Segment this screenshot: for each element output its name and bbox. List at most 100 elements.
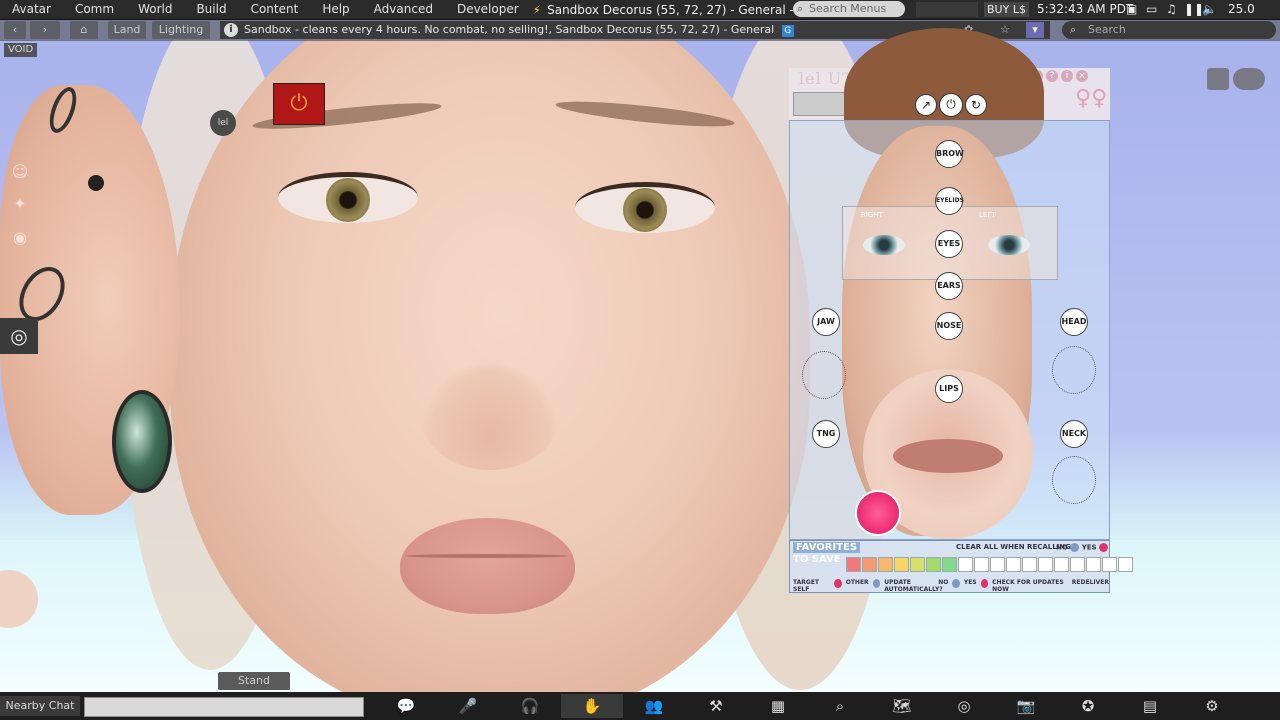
- head-button[interactable]: HEAD: [1060, 308, 1088, 336]
- favorite-slot[interactable]: [958, 557, 973, 572]
- people-icon[interactable]: 👥: [623, 694, 685, 718]
- favorite-slot[interactable]: [1022, 557, 1037, 572]
- favorite-slot[interactable]: [910, 557, 925, 572]
- emote-icon[interactable]: ✦: [8, 192, 32, 216]
- to-save-label: TO SAVE: [793, 554, 841, 565]
- nearby-chat-button[interactable]: Nearby Chat: [0, 696, 80, 716]
- home-button[interactable]: ⌂: [70, 21, 98, 39]
- destinations-icon[interactable]: ✪: [1057, 694, 1119, 718]
- menu-world[interactable]: World: [126, 0, 184, 19]
- menu-build[interactable]: Build: [184, 0, 238, 19]
- build-icon[interactable]: ⚒: [685, 694, 747, 718]
- chat-bubble-icon[interactable]: 💬: [375, 694, 437, 718]
- buy-currency-button[interactable]: BUY L$: [984, 2, 1029, 17]
- lips-button[interactable]: LIPS: [935, 375, 963, 403]
- favorite-slot[interactable]: [974, 557, 989, 572]
- monitor-icon[interactable]: ▭: [1146, 0, 1157, 19]
- clear-yes-label: YES: [1081, 543, 1097, 552]
- update-toggle[interactable]: [952, 579, 960, 588]
- lighting-button[interactable]: Lighting: [152, 21, 210, 39]
- favorite-slot[interactable]: [926, 557, 941, 572]
- lip-line: [406, 554, 568, 558]
- eyes-button[interactable]: EYES: [935, 230, 963, 258]
- favorite-slot[interactable]: [1038, 557, 1053, 572]
- appearance-icon[interactable]: ⚙: [1181, 694, 1243, 718]
- hud-info-button[interactable]: i: [1061, 70, 1073, 82]
- favorite-slot[interactable]: [846, 557, 861, 572]
- hud-close-button[interactable]: ×: [1076, 70, 1088, 82]
- radar-icon[interactable]: ◎: [933, 694, 995, 718]
- favorite-slot[interactable]: [1054, 557, 1069, 572]
- clear-no-label: NO: [1056, 543, 1068, 552]
- pink-action-button[interactable]: [855, 490, 901, 536]
- favorite-star-icon[interactable]: ☆: [1000, 21, 1010, 39]
- camera-view-icon[interactable]: [1233, 68, 1265, 90]
- eye-left: [278, 172, 418, 223]
- hud-red-icon[interactable]: ⏻: [273, 83, 325, 125]
- camera-icon[interactable]: ▣: [1126, 0, 1137, 19]
- neck-control[interactable]: [1052, 456, 1096, 504]
- jaw-control[interactable]: [802, 351, 846, 399]
- nav-search-input[interactable]: ⌕ Search: [1062, 21, 1276, 39]
- favorite-slot[interactable]: [1070, 557, 1085, 572]
- jaw-button[interactable]: JAW: [812, 308, 840, 336]
- chat-input[interactable]: [84, 697, 364, 717]
- menu-developer[interactable]: Developer: [445, 0, 531, 19]
- nose-button[interactable]: NOSE: [935, 312, 963, 340]
- world-map-icon[interactable]: 🗺: [871, 694, 933, 718]
- stand-button[interactable]: Stand: [218, 672, 290, 690]
- hud-small-icon[interactable]: lel: [210, 110, 236, 136]
- back-button[interactable]: ‹: [4, 21, 26, 39]
- target-self-check[interactable]: [834, 579, 842, 588]
- hud-power-button[interactable]: ⏻: [939, 93, 963, 117]
- hud-help-button[interactable]: ?: [1046, 70, 1058, 82]
- clear-toggle[interactable]: NO YES: [1056, 543, 1109, 552]
- ears-button[interactable]: EARS: [935, 272, 963, 300]
- check-updates-button[interactable]: CHECK FOR UPDATES NOW: [992, 579, 1068, 593]
- snapshot-button[interactable]: ◎: [0, 318, 38, 354]
- favorite-slot[interactable]: [990, 557, 1005, 572]
- search-icon[interactable]: ⌕: [809, 694, 871, 718]
- menu-avatar[interactable]: Avatar: [0, 0, 63, 19]
- volume-icon[interactable]: 🔈: [1202, 0, 1217, 19]
- favorite-slot[interactable]: [1102, 557, 1117, 572]
- menu-comm[interactable]: Comm: [63, 0, 126, 19]
- hud-refresh-button[interactable]: ↻: [965, 94, 987, 116]
- land-button[interactable]: Land: [108, 21, 146, 39]
- brow-button[interactable]: BROW: [935, 140, 964, 168]
- redeliver-button[interactable]: REDELIVER: [1072, 579, 1109, 593]
- search-icon: ⌕: [797, 2, 804, 15]
- microphone-icon[interactable]: 🎤: [437, 694, 499, 718]
- head-control[interactable]: [1052, 346, 1096, 394]
- hud-left-button[interactable]: ↗: [915, 94, 937, 116]
- favorite-slot[interactable]: [1006, 557, 1021, 572]
- favorite-slot[interactable]: [942, 557, 957, 572]
- pose-icon[interactable]: ☺: [8, 160, 32, 184]
- favorite-slot[interactable]: [1086, 557, 1101, 572]
- eyelids-button[interactable]: EYELIDS: [935, 187, 964, 215]
- menu-help[interactable]: Help: [310, 0, 361, 19]
- favorite-slot[interactable]: [1118, 557, 1133, 572]
- dance-icon[interactable]: ◉: [8, 226, 32, 250]
- media-icon[interactable]: ♫: [1166, 0, 1177, 19]
- info-icon[interactable]: i: [224, 23, 238, 37]
- snapshot-icon[interactable]: 📷: [995, 694, 1057, 718]
- favorite-slot[interactable]: [862, 557, 877, 572]
- tongue-button[interactable]: TNG: [812, 420, 840, 448]
- search-menus-input[interactable]: ⌕ Search Menus: [793, 1, 905, 17]
- location-text: Sandbox - cleans every 4 hours. No comba…: [244, 23, 775, 36]
- camera-cube-icon[interactable]: [1207, 68, 1229, 90]
- inventory-icon[interactable]: ▤: [1119, 694, 1181, 718]
- favorite-slot[interactable]: [894, 557, 909, 572]
- favorite-slot[interactable]: [878, 557, 893, 572]
- other-option[interactable]: [872, 579, 881, 588]
- dropdown-button[interactable]: ▾: [1026, 22, 1044, 38]
- neck-button[interactable]: NECK: [1060, 420, 1088, 448]
- face-hud[interactable]: lel UTKA – ? i × ♀♀ RIGHT LEFT ↗ ⏻ ↻ BRO…: [789, 28, 1133, 593]
- menu-advanced[interactable]: Advanced: [362, 0, 445, 19]
- gestures-icon[interactable]: ✋: [561, 694, 623, 718]
- menu-content[interactable]: Content: [239, 0, 311, 19]
- headset-icon[interactable]: 🎧: [499, 694, 561, 718]
- forward-button[interactable]: ›: [30, 21, 60, 39]
- map-icon[interactable]: ▦: [747, 694, 809, 718]
